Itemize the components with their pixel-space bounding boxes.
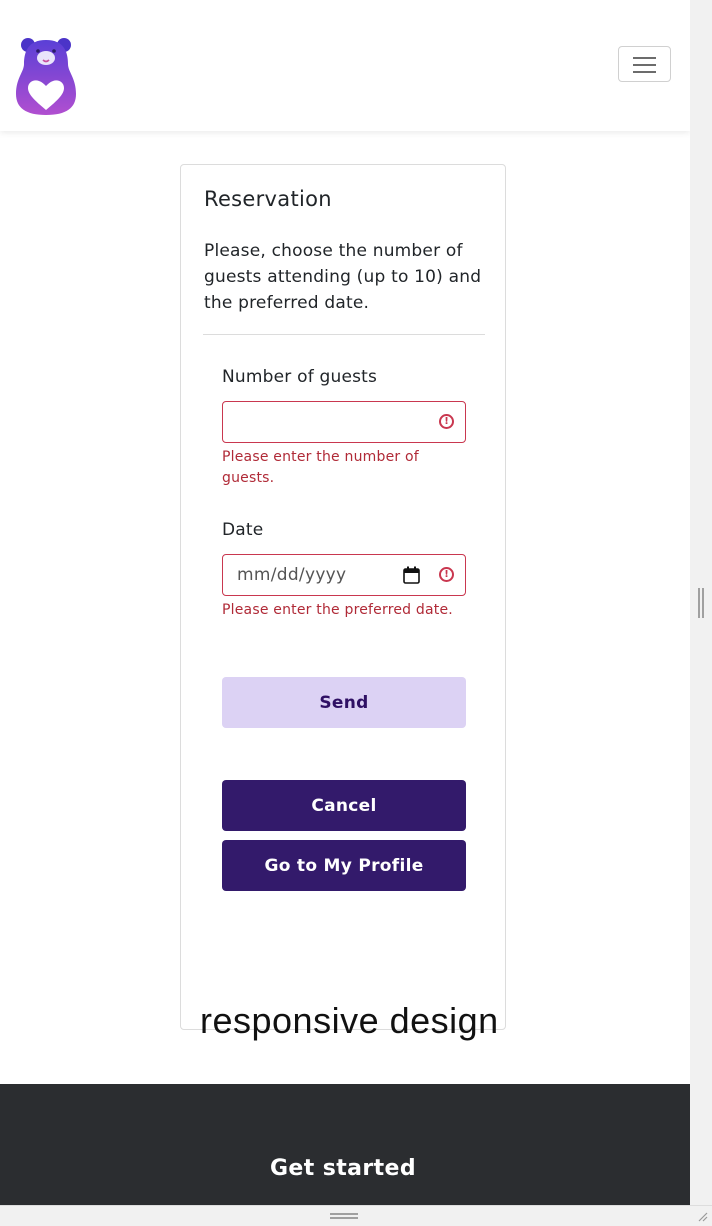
date-error-message: Please enter the preferred date. bbox=[222, 602, 453, 618]
date-input-placeholder: mm/dd/yyyy bbox=[237, 565, 347, 585]
go-to-profile-button[interactable]: Go to My Profile bbox=[222, 840, 466, 891]
footer: Get started bbox=[0, 1084, 690, 1205]
navbar-toggle-button[interactable] bbox=[618, 46, 671, 82]
reservation-description: Please, choose the number of guests atte… bbox=[204, 241, 482, 313]
navbar bbox=[0, 0, 690, 131]
calendar-icon[interactable] bbox=[403, 566, 420, 584]
footer-heading: Get started bbox=[269, 1156, 417, 1181]
guests-label: Number of guests bbox=[222, 367, 378, 387]
hamburger-menu-icon bbox=[633, 57, 656, 59]
page-viewport: Reservation Please, choose the number of… bbox=[0, 0, 690, 1205]
guests-error-message: Please enter the number of guests. bbox=[222, 449, 419, 486]
scrollbar-grip-icon[interactable] bbox=[330, 1213, 358, 1219]
horizontal-scrollbar[interactable] bbox=[0, 1205, 712, 1226]
cancel-button[interactable]: Cancel bbox=[222, 780, 466, 831]
resize-handle-icon[interactable] bbox=[696, 1210, 708, 1222]
error-icon: ! bbox=[439, 414, 454, 429]
reservation-card: Reservation Please, choose the number of… bbox=[180, 164, 506, 1030]
reservation-title: Reservation bbox=[204, 187, 332, 211]
scrollbar-grip-icon[interactable] bbox=[698, 588, 704, 618]
bear-heart-logo-icon[interactable] bbox=[14, 38, 78, 116]
card-divider bbox=[203, 334, 485, 335]
date-label: Date bbox=[222, 520, 264, 540]
send-button[interactable]: Send bbox=[222, 677, 466, 728]
guests-input[interactable]: ! bbox=[222, 401, 466, 443]
watermark-text: responsive design bbox=[200, 1000, 499, 1041]
vertical-scrollbar[interactable] bbox=[690, 0, 712, 1205]
date-input[interactable]: mm/dd/yyyy ! bbox=[222, 554, 466, 596]
error-icon: ! bbox=[439, 567, 454, 582]
